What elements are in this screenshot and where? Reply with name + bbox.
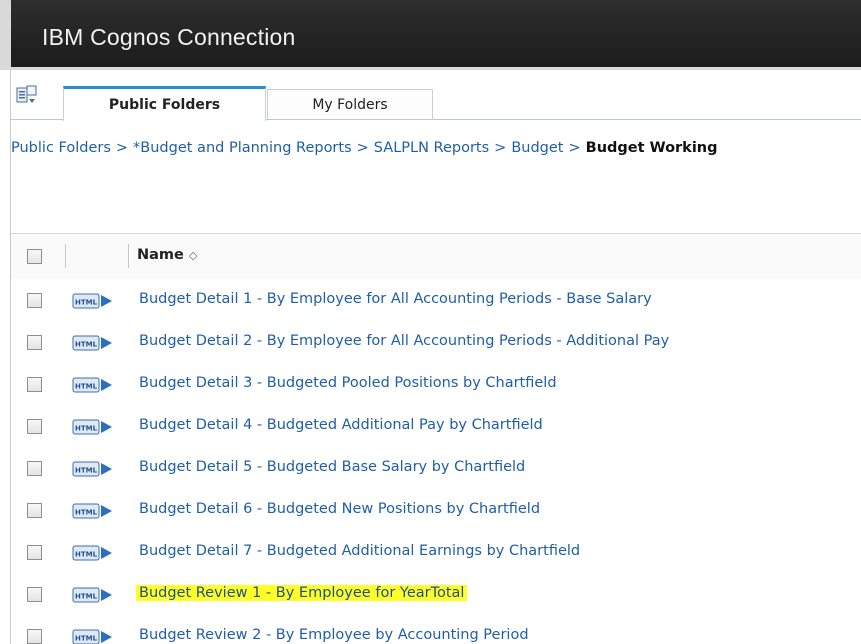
- svg-text:HTML: HTML: [75, 425, 98, 433]
- name-column-label: Name: [137, 247, 184, 263]
- row-checkbox[interactable]: [27, 545, 42, 560]
- report-row: HTML Budget Detail 1 - By Employee for Al…: [11, 280, 861, 322]
- html-report-icon[interactable]: HTML: [72, 290, 120, 312]
- row-checkbox[interactable]: [27, 293, 42, 308]
- html-report-icon[interactable]: HTML: [72, 374, 120, 396]
- breadcrumb-separator: >: [356, 140, 369, 156]
- sort-icon[interactable]: ◇: [189, 249, 197, 262]
- app-title: IBM Cognos Connection: [42, 24, 296, 50]
- svg-text:HTML: HTML: [75, 467, 98, 475]
- list-header: Name ◇: [11, 234, 861, 279]
- report-link[interactable]: Budget Review 2 - By Employee by Account…: [136, 627, 532, 643]
- tab-public-folders[interactable]: Public Folders: [63, 86, 266, 121]
- report-row: HTML Budget Review 1 - By Employee for Ye…: [11, 574, 861, 616]
- report-link[interactable]: Budget Detail 3 - Budgeted Pooled Positi…: [136, 375, 560, 391]
- breadcrumb: Public Folders > *Budget and Planning Repo…: [11, 140, 861, 170]
- breadcrumb-item-public-folders[interactable]: Public Folders: [11, 140, 111, 156]
- breadcrumb-item-budget[interactable]: Budget: [511, 140, 563, 156]
- column-divider: [128, 244, 129, 268]
- report-link[interactable]: Budget Detail 2 - By Employee for All Ac…: [136, 333, 672, 349]
- breadcrumb-item-budget-planning-reports[interactable]: *Budget and Planning Reports: [133, 140, 352, 156]
- tab-my-folders[interactable]: My Folders: [267, 89, 433, 120]
- report-link[interactable]: Budget Detail 4 - Budgeted Additional Pa…: [136, 417, 546, 433]
- svg-text:HTML: HTML: [75, 551, 98, 559]
- row-checkbox[interactable]: [27, 377, 42, 392]
- folder-view-icon[interactable]: [16, 85, 38, 105]
- svg-text:HTML: HTML: [75, 341, 98, 349]
- breadcrumb-separator: >: [115, 140, 129, 156]
- column-divider: [65, 244, 66, 268]
- report-row: HTML Budget Detail 6 - Budgeted New Posit…: [11, 490, 861, 532]
- html-report-icon[interactable]: HTML: [72, 332, 120, 354]
- svg-text:HTML: HTML: [75, 383, 98, 391]
- report-link[interactable]: Budget Detail 1 - By Employee for All Ac…: [136, 291, 655, 307]
- report-row: HTML Budget Detail 5 - Budgeted Base Sala…: [11, 448, 861, 490]
- breadcrumb-separator: >: [494, 140, 507, 156]
- svg-text:HTML: HTML: [75, 509, 98, 517]
- html-report-icon[interactable]: HTML: [72, 542, 120, 564]
- row-checkbox[interactable]: [27, 335, 42, 350]
- breadcrumb-item-salpln-reports[interactable]: SALPLN Reports: [374, 140, 489, 156]
- report-row: HTML Budget Detail 7 - Budgeted Additiona…: [11, 532, 861, 574]
- select-all-checkbox[interactable]: [27, 249, 42, 264]
- svg-text:HTML: HTML: [75, 593, 98, 601]
- html-report-icon[interactable]: HTML: [72, 500, 120, 522]
- html-report-icon[interactable]: HTML: [72, 458, 120, 480]
- breadcrumb-separator: >: [568, 140, 581, 156]
- row-checkbox[interactable]: [27, 587, 42, 602]
- row-checkbox[interactable]: [27, 629, 42, 644]
- breadcrumb-current-folder: Budget Working: [585, 140, 718, 156]
- svg-text:HTML: HTML: [75, 635, 98, 643]
- html-report-icon[interactable]: HTML: [72, 626, 120, 644]
- report-list: Name ◇ HTML Budget Detail 1 - By Employee…: [11, 233, 861, 644]
- app-header: IBM Cognos Connection: [11, 0, 861, 70]
- left-window-edge: [0, 0, 11, 644]
- row-checkbox[interactable]: [27, 461, 42, 476]
- svg-text:HTML: HTML: [75, 299, 98, 307]
- row-checkbox[interactable]: [27, 419, 42, 434]
- report-link[interactable]: Budget Detail 6 - Budgeted New Positions…: [136, 501, 543, 517]
- folder-tabbar: Public Folders My Folders: [11, 73, 861, 121]
- report-row: HTML Budget Detail 2 - By Employee for Al…: [11, 322, 861, 364]
- report-row: HTML Budget Detail 3 - Budgeted Pooled Po…: [11, 364, 861, 406]
- report-row: HTML Budget Review 2 - By Employee by Acc…: [11, 616, 861, 644]
- html-report-icon[interactable]: HTML: [72, 416, 120, 438]
- report-link[interactable]: Budget Review 1 - By Employee for YearTo…: [136, 585, 468, 601]
- report-link[interactable]: Budget Detail 5 - Budgeted Base Salary b…: [136, 459, 528, 475]
- html-report-icon[interactable]: HTML: [72, 584, 120, 606]
- report-row: HTML Budget Detail 4 - Budgeted Additiona…: [11, 406, 861, 448]
- name-column-header[interactable]: Name ◇: [137, 247, 197, 263]
- row-checkbox[interactable]: [27, 503, 42, 518]
- report-link[interactable]: Budget Detail 7 - Budgeted Additional Ea…: [136, 543, 583, 559]
